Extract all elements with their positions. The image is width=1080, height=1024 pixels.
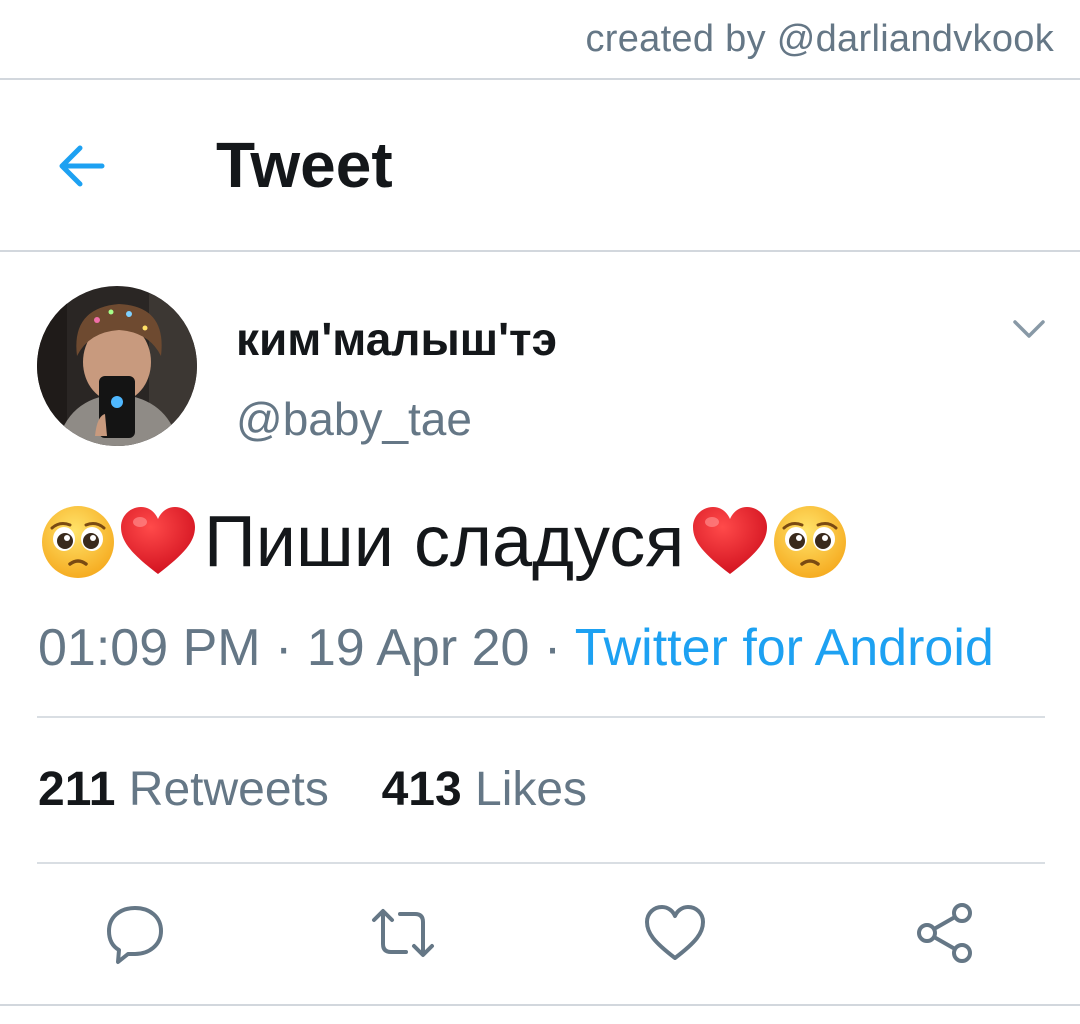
divider [37,862,1045,864]
like-button[interactable] [642,900,708,966]
like-icon [645,905,705,960]
back-button[interactable] [52,138,116,194]
avatar[interactable] [37,286,197,446]
likes-count: 413 [381,763,462,816]
tweet-menu-button[interactable] [1010,312,1048,346]
retweet-button[interactable] [370,900,436,966]
page-title: Tweet [216,129,393,201]
divider [37,716,1045,718]
chevron-down-icon [1013,320,1045,338]
divider [0,1004,1080,1006]
avatar-image [37,286,197,446]
red-heart-emoji [693,507,768,574]
reply-button[interactable] [102,900,168,966]
share-icon [917,903,972,963]
user-handle[interactable]: @baby_tae [236,392,472,446]
pleading-face-emoji [42,506,114,578]
tweet-source-link[interactable]: Twitter for Android [575,619,994,677]
meta-separator: · [543,619,562,677]
likes-stat[interactable]: 413 Likes [382,763,588,816]
watermark-bar: created by @darliandvkook [0,0,1080,80]
tweet-date: 19 Apr 20 [306,619,530,677]
top-bar: Tweet [0,80,1080,252]
tweet-body-text: Пиши сладуся [204,502,685,582]
arrow-left-icon [59,145,105,187]
likes-label: Likes [475,763,588,816]
tweet-stats: 211 Retweets 413 Likes [38,762,587,817]
retweets-stat[interactable]: 211 Retweets [38,763,342,816]
retweets-label: Retweets [128,763,329,816]
tweet-time: 01:09 PM [38,619,261,677]
tweet-meta: 01:09 PM · 19 Apr 20 · Twitter for Andro… [38,618,994,678]
share-button[interactable] [912,900,978,966]
display-name[interactable]: ким'малыш'тэ [236,312,557,366]
pleading-face-emoji [774,506,847,578]
reply-icon [107,906,163,964]
retweets-count: 211 [38,763,116,816]
tweet-actions [0,900,1080,970]
meta-separator: · [275,619,293,677]
watermark-text: created by @darliandvkook [585,18,1054,60]
tweet-text: Пиши сладуся [38,500,850,584]
red-heart-emoji [121,507,195,574]
retweet-icon [372,909,434,957]
